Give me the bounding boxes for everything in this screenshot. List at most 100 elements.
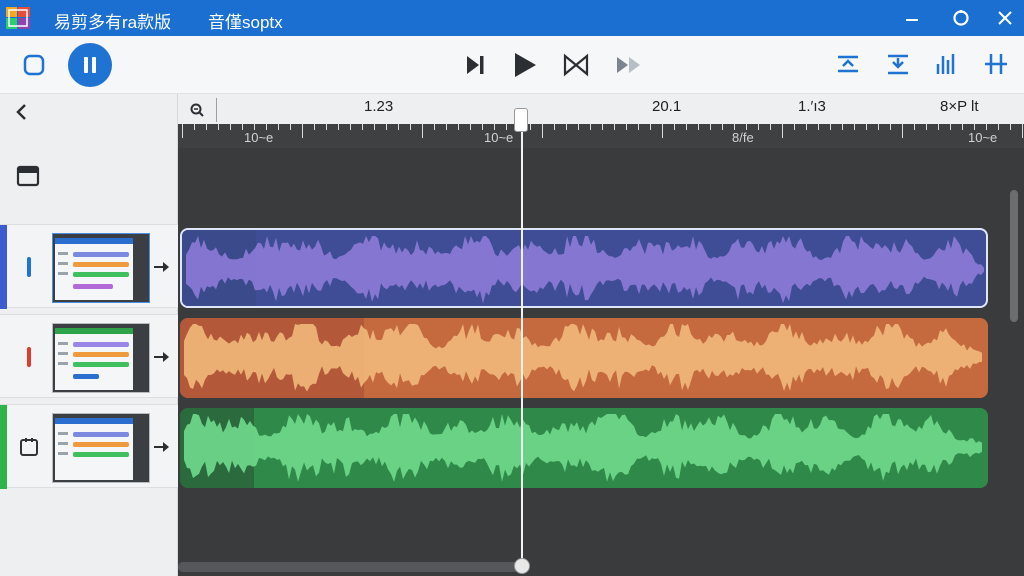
ruler-tick: [926, 124, 927, 130]
align-top-icon: [838, 55, 858, 73]
ruler-tick: [890, 124, 891, 130]
playhead-handle[interactable]: [514, 108, 528, 132]
align-top-button[interactable]: [832, 48, 864, 80]
title-bar: 易剪多有ra款版 音僅soptx: [0, 0, 1024, 36]
ruler-tick: [194, 124, 195, 130]
track-header-2[interactable]: [0, 314, 178, 398]
track-thumbnail[interactable]: [52, 413, 150, 483]
close-icon: [998, 11, 1012, 25]
ruler-tick: [758, 124, 759, 130]
thumbnail-bar: [73, 342, 129, 347]
fast-forward-icon: [617, 57, 640, 73]
ruler-tick: [590, 124, 591, 130]
ruler-tick: [254, 124, 255, 130]
ruler-tick: [362, 124, 363, 130]
levels-button[interactable]: [930, 48, 962, 80]
thumbnail-header: [55, 418, 133, 424]
ruler-tick: [770, 124, 771, 130]
audio-clip-1[interactable]: [180, 228, 988, 308]
ruler-tick: [566, 124, 567, 130]
track-marker-button[interactable]: [16, 253, 42, 281]
ruler-tick: [686, 124, 687, 130]
timeline-area[interactable]: 1.23 20.1 1.′ı3 8×P lt 10~e 10~e 8/fe 10…: [178, 94, 1024, 576]
ruler-tick: [830, 124, 831, 130]
minimize-icon: [906, 19, 918, 21]
ruler-tick: [938, 124, 939, 130]
thumbnail-bar: [73, 262, 129, 267]
thumbnail-line: [58, 452, 68, 455]
media-folder-button[interactable]: [14, 162, 42, 190]
thumbnail-preview: [55, 328, 133, 390]
ruler-tick: [962, 124, 963, 130]
zoom-button[interactable]: [186, 100, 208, 120]
ruler-tick: [554, 124, 555, 130]
track-color-accent: [0, 405, 7, 489]
ruler-tick: [986, 124, 987, 130]
track-marker-button[interactable]: [16, 343, 42, 371]
thumbnail-bar: [73, 432, 129, 437]
thumbnail-header: [55, 328, 133, 334]
thumbnail-line: [58, 262, 68, 265]
split-button[interactable]: [980, 48, 1012, 80]
ruler-tick: [806, 124, 807, 130]
ruler-sublabel: 10~e: [968, 130, 998, 145]
close-button[interactable]: [992, 6, 1018, 30]
ruler-label: 20.1: [652, 98, 682, 115]
ruler-tick: [662, 124, 663, 138]
ruler-tick: [386, 124, 387, 130]
ruler-tick: [314, 124, 315, 130]
restore-button[interactable]: [948, 6, 974, 30]
ruler-tick: [542, 124, 543, 138]
clipboard-icon: [20, 438, 38, 456]
ruler-tick: [410, 124, 411, 130]
ruler-tick: [854, 124, 855, 130]
ruler-tick: [650, 124, 651, 130]
loop-button[interactable]: [20, 51, 48, 79]
ruler-tick: [722, 124, 723, 130]
fast-forward-button[interactable]: [612, 50, 646, 80]
ruler-tick: [218, 124, 219, 130]
track-header-3[interactable]: [0, 404, 178, 489]
ruler-tick: [290, 124, 291, 130]
thumbnail-bar: [73, 442, 129, 447]
ruler-divider: [216, 98, 217, 122]
ruler-sublabel: 10~e: [244, 130, 274, 145]
bowtie-button[interactable]: [560, 50, 592, 80]
minimize-button[interactable]: [899, 6, 925, 30]
thumbnail-bar: [73, 352, 129, 357]
thumbnail-bar: [73, 252, 129, 257]
ruler-tick: [482, 124, 483, 130]
horizontal-scrollbar[interactable]: [178, 562, 520, 572]
playhead-knob[interactable]: [514, 558, 530, 574]
thumbnail-bar: [73, 362, 129, 367]
track-marker-icon: [27, 347, 31, 367]
thumbnail-bar: [73, 272, 129, 277]
align-bottom-button[interactable]: [882, 48, 914, 80]
ruler-tick: [734, 124, 735, 130]
play-button[interactable]: [508, 48, 542, 82]
pause-button[interactable]: [68, 43, 112, 87]
ruler-tick: [878, 124, 879, 130]
ruler-tick: [782, 124, 783, 138]
waveform: [184, 324, 982, 392]
pause-icon: [84, 57, 96, 73]
waveform: [184, 414, 982, 482]
skip-to-end-button[interactable]: [460, 50, 490, 80]
time-ruler[interactable]: 1.23 20.1 1.′ı3 8×P lt 10~e 10~e 8/fe 10…: [178, 94, 1024, 148]
track-thumbnail[interactable]: [52, 323, 150, 393]
track-thumbnail[interactable]: [52, 233, 150, 303]
vertical-scrollbar[interactable]: [1010, 190, 1018, 322]
back-button[interactable]: [10, 98, 34, 126]
ruler-tick: [950, 124, 951, 130]
ruler-tick: [206, 124, 207, 130]
audio-clip-3[interactable]: [180, 408, 988, 488]
thumbnail-line: [58, 272, 68, 275]
document-title: 音僅soptx: [208, 13, 283, 32]
ruler-tick: [998, 124, 999, 130]
audio-clip-2[interactable]: [180, 318, 988, 398]
ruler-tick: [242, 124, 243, 130]
track-header-1[interactable]: [0, 224, 178, 309]
ruler-tick: [230, 124, 231, 130]
ruler-sublabel: 8/fe: [732, 130, 754, 145]
track-clipboard-button[interactable]: [16, 433, 42, 461]
